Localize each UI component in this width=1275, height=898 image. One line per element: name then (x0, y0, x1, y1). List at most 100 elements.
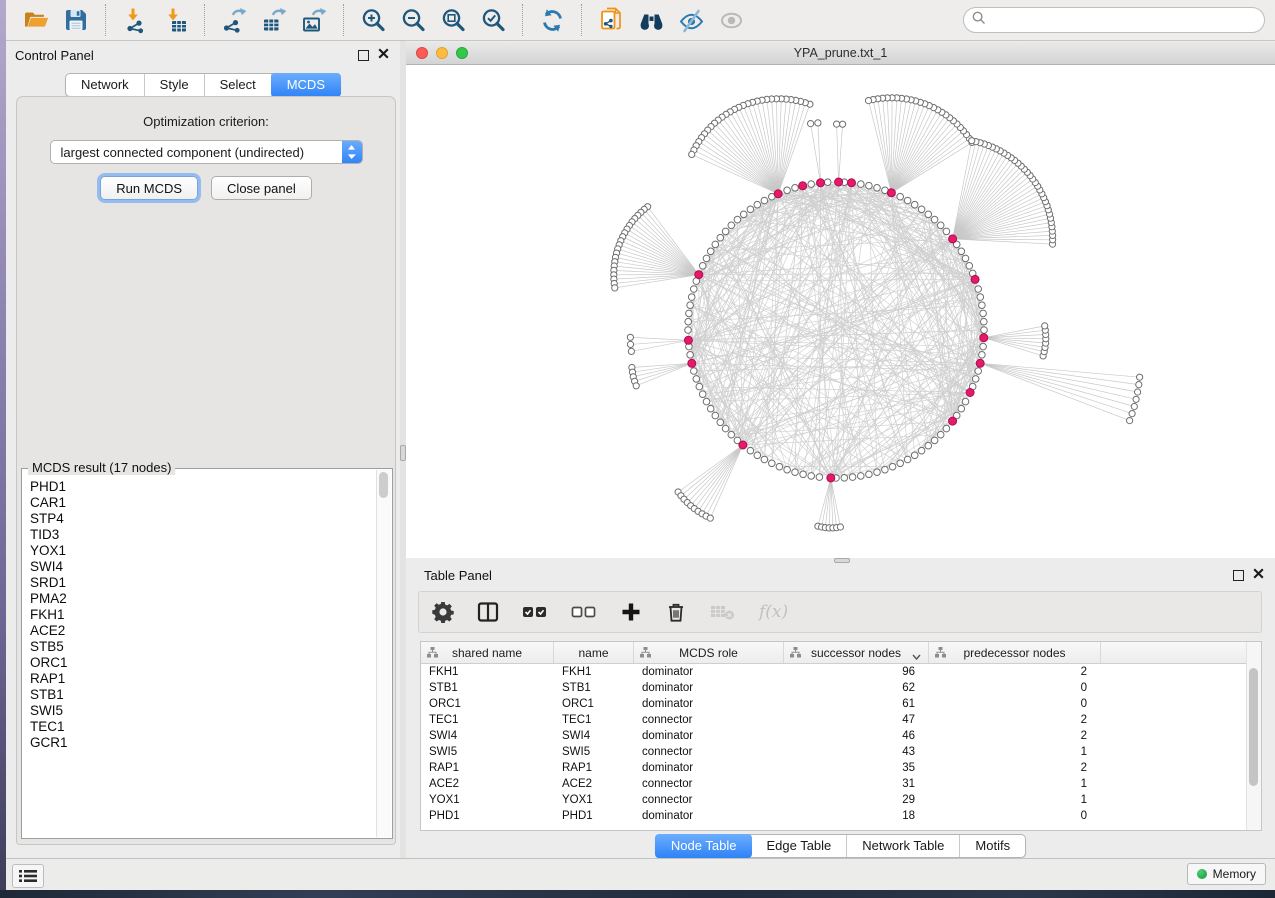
table-row[interactable]: RAP1RAP1dominator352 (421, 760, 1261, 776)
import-network-icon[interactable] (119, 4, 151, 36)
delete-column-icon[interactable] (665, 599, 687, 625)
memory-button[interactable]: Memory (1187, 863, 1266, 885)
tab-select[interactable]: Select (205, 74, 272, 96)
result-list-scrollbar[interactable] (376, 470, 391, 837)
optimization-criterion-select[interactable]: largest connected component (undirected) (50, 140, 363, 164)
result-node-item[interactable]: PHD1 (30, 479, 376, 495)
result-node-item[interactable]: TID3 (30, 527, 376, 543)
zoom-selected-icon[interactable] (477, 4, 509, 36)
tab-motifs[interactable]: Motifs (960, 835, 1025, 857)
tab-node-table[interactable]: Node Table (655, 834, 753, 858)
close-panel-button[interactable]: Close panel (211, 176, 312, 200)
result-node-item[interactable]: ORC1 (30, 655, 376, 671)
mcds-result-list[interactable]: PHD1CAR1STP4TID3YOX1SWI4SRD1PMA2FKH1ACE2… (23, 470, 376, 837)
desktop-wallpaper-bottom (0, 890, 1275, 898)
column-header-successor-nodes[interactable]: successor nodes (784, 642, 929, 663)
close-panel-icon[interactable] (1253, 566, 1264, 584)
scrollbar-thumb[interactable] (1249, 668, 1258, 786)
column-header-predecessor-nodes[interactable]: predecessor nodes (929, 642, 1101, 663)
table-row[interactable]: ACE2ACE2connector311 (421, 776, 1261, 792)
panel-menu-button[interactable] (12, 864, 44, 888)
zoom-out-icon[interactable] (397, 4, 429, 36)
import-table-icon[interactable] (159, 4, 191, 36)
result-node-item[interactable]: RAP1 (30, 671, 376, 687)
preview-eye-icon[interactable] (715, 4, 747, 36)
gear-icon[interactable] (432, 599, 454, 625)
save-session-icon[interactable] (60, 4, 92, 36)
window-controls (416, 47, 468, 59)
open-folder-icon[interactable] (20, 4, 52, 36)
duplicate-network-icon[interactable] (595, 4, 627, 36)
maximize-window-icon[interactable] (456, 47, 468, 59)
function-builder-icon: f(x) (759, 599, 788, 625)
table-cell: SWI4 (554, 728, 634, 744)
table-cell: YOX1 (554, 792, 634, 808)
deselect-all-icon[interactable] (571, 599, 597, 625)
table-cell: ACE2 (421, 776, 554, 792)
close-panel-icon[interactable] (378, 46, 389, 64)
result-node-item[interactable]: FKH1 (30, 607, 376, 623)
column-header-MCDS-role[interactable]: MCDS role (634, 642, 784, 663)
zoom-in-icon[interactable] (357, 4, 389, 36)
close-window-icon[interactable] (416, 47, 428, 59)
table-cell: YOX1 (421, 792, 554, 808)
result-node-item[interactable]: CAR1 (30, 495, 376, 511)
visibility-toggle-icon[interactable] (675, 4, 707, 36)
table-cell: dominator (634, 664, 784, 680)
select-all-icon[interactable] (522, 599, 548, 625)
table-row[interactable]: YOX1YOX1connector291 (421, 792, 1261, 808)
refresh-icon[interactable] (536, 4, 568, 36)
result-node-item[interactable]: GCR1 (30, 735, 376, 751)
search-box[interactable] (963, 7, 1265, 33)
tab-network[interactable]: Network (66, 74, 145, 96)
result-node-item[interactable]: SRD1 (30, 575, 376, 591)
result-node-item[interactable]: PMA2 (30, 591, 376, 607)
network-canvas[interactable] (406, 65, 1275, 558)
export-table-icon[interactable] (258, 4, 290, 36)
add-column-icon[interactable] (620, 599, 642, 625)
tab-edge-table[interactable]: Edge Table (751, 835, 847, 857)
result-node-item[interactable]: YOX1 (30, 543, 376, 559)
table-row[interactable]: PHD1PHD1dominator180 (421, 808, 1261, 824)
result-node-item[interactable]: STB1 (30, 687, 376, 703)
column-header-name[interactable]: name (554, 642, 634, 663)
tab-network-table[interactable]: Network Table (847, 835, 960, 857)
result-node-item[interactable]: SWI4 (30, 559, 376, 575)
control-panel-tabbar: NetworkStyleSelectMCDS (65, 73, 341, 97)
table-row[interactable]: SWI4SWI4dominator462 (421, 728, 1261, 744)
table-row[interactable]: STB1STB1dominator620 (421, 680, 1261, 696)
result-node-item[interactable]: SWI5 (30, 703, 376, 719)
result-node-item[interactable]: STB5 (30, 639, 376, 655)
table-cell: ORC1 (554, 696, 634, 712)
float-panel-icon[interactable] (358, 50, 369, 61)
scrollbar-thumb[interactable] (379, 472, 388, 498)
export-image-icon[interactable] (298, 4, 330, 36)
result-node-item[interactable]: STP4 (30, 511, 376, 527)
tab-mcds[interactable]: MCDS (271, 73, 341, 97)
search-input[interactable] (991, 12, 1256, 29)
main-toolbar (6, 0, 1275, 41)
control-panel-tabs: NetworkStyleSelectMCDS (6, 73, 400, 97)
toolbar-separator (522, 4, 523, 36)
table-cell: 0 (929, 808, 1101, 824)
float-panel-icon[interactable] (1233, 570, 1244, 581)
table-row[interactable]: TEC1TEC1connector472 (421, 712, 1261, 728)
result-node-item[interactable]: TEC1 (30, 719, 376, 735)
binoculars-icon[interactable] (635, 4, 667, 36)
result-node-item[interactable]: ACE2 (30, 623, 376, 639)
table-row[interactable]: FKH1FKH1dominator962 (421, 664, 1261, 680)
column-header-shared-name[interactable]: shared name (421, 642, 554, 663)
table-scrollbar[interactable] (1246, 642, 1261, 830)
minimize-window-icon[interactable] (436, 47, 448, 59)
table-row[interactable]: ORC1ORC1dominator610 (421, 696, 1261, 712)
column-layout-icon[interactable] (477, 599, 499, 625)
tab-style[interactable]: Style (145, 74, 205, 96)
network-window-titlebar[interactable]: YPA_prune.txt_1 (406, 42, 1275, 65)
table-cell: dominator (634, 696, 784, 712)
table-row[interactable]: SWI5SWI5connector431 (421, 744, 1261, 760)
network-graph[interactable] (406, 65, 1275, 558)
zoom-fit-icon[interactable] (437, 4, 469, 36)
run-mcds-button[interactable]: Run MCDS (100, 176, 198, 200)
export-network-icon[interactable] (218, 4, 250, 36)
table-cell: RAP1 (554, 760, 634, 776)
